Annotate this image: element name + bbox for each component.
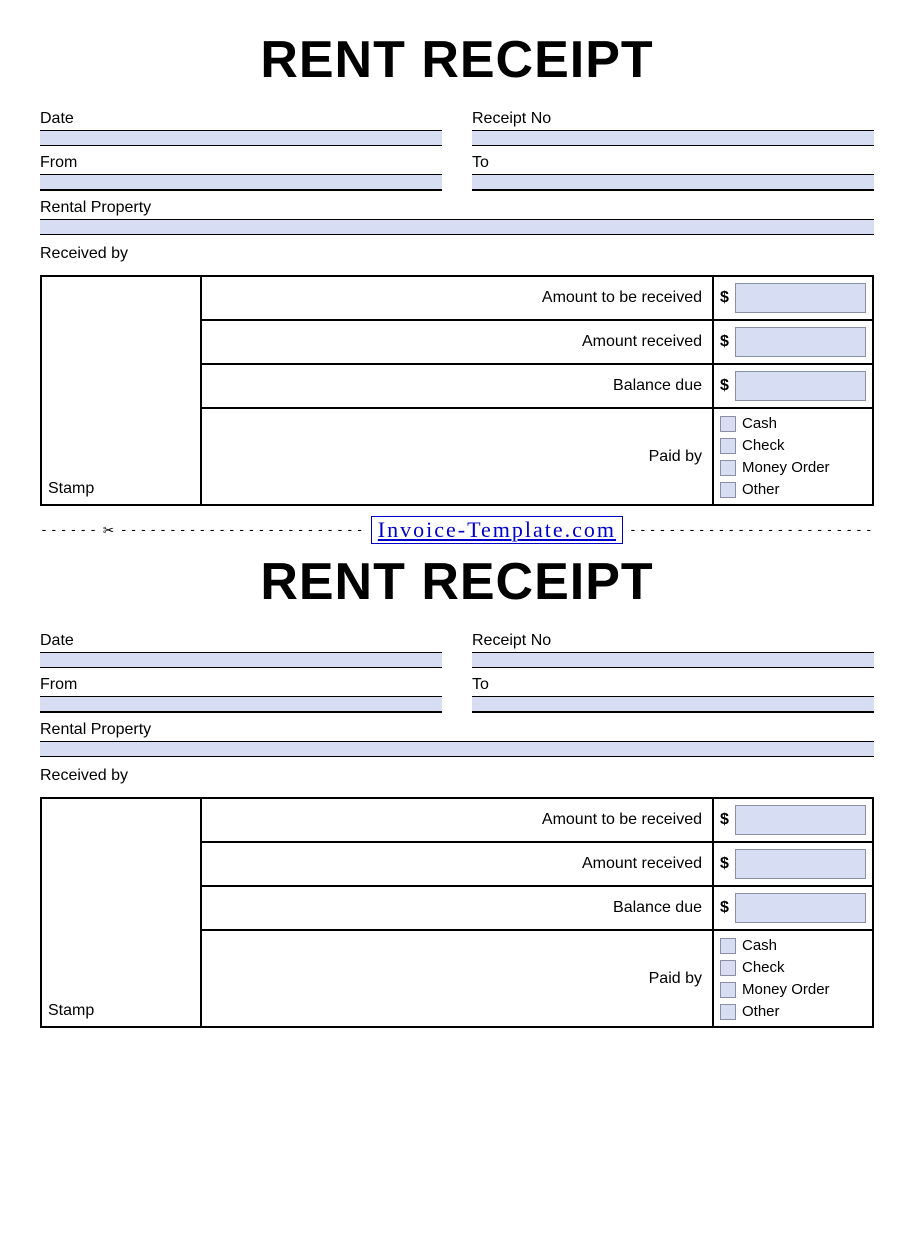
paid-by-check[interactable]: Check: [720, 959, 866, 976]
paid-by-label: Paid by: [202, 409, 712, 504]
amount-to-be-received-input[interactable]: [735, 805, 866, 835]
to-input[interactable]: [472, 696, 874, 713]
amount-received-value[interactable]: $: [712, 321, 872, 365]
stamp-area: Stamp: [42, 799, 202, 1026]
currency-symbol: $: [720, 855, 729, 873]
received-by-label: Received by: [40, 245, 874, 263]
rent-receipt-bottom: RENT RECEIPT Date Receipt No From To Ren…: [40, 552, 874, 1028]
received-by-label: Received by: [40, 767, 874, 785]
checkbox-icon[interactable]: [720, 960, 736, 976]
receipt-no-field[interactable]: Receipt No: [472, 110, 874, 146]
rental-property-label: Rental Property: [40, 721, 874, 741]
rent-receipt-top: RENT RECEIPT Date Receipt No From To Ren…: [40, 30, 874, 506]
checkbox-icon[interactable]: [720, 482, 736, 498]
currency-symbol: $: [720, 333, 729, 351]
from-input[interactable]: [40, 696, 442, 713]
amount-to-be-received-value[interactable]: $: [712, 277, 872, 321]
date-label: Date: [40, 110, 442, 130]
receipt-no-field[interactable]: Receipt No: [472, 632, 874, 668]
rental-property-label: Rental Property: [40, 199, 874, 219]
date-field[interactable]: Date: [40, 632, 442, 668]
from-field[interactable]: From: [40, 154, 442, 191]
date-field[interactable]: Date: [40, 110, 442, 146]
from-label: From: [40, 676, 442, 696]
paid-by-other[interactable]: Other: [720, 481, 866, 498]
currency-symbol: $: [720, 811, 729, 829]
checkbox-icon[interactable]: [720, 1004, 736, 1020]
currency-symbol: $: [720, 289, 729, 307]
balance-due-label: Balance due: [202, 365, 712, 409]
rental-property-input[interactable]: [40, 741, 874, 757]
paid-by-options: Cash Check Money Order Other: [712, 409, 872, 504]
to-field[interactable]: To: [472, 154, 874, 191]
amounts-grid: Stamp Amount to be received $ Amount rec…: [40, 275, 874, 506]
checkbox-icon[interactable]: [720, 460, 736, 476]
date-label: Date: [40, 632, 442, 652]
scissors-icon: ✂: [99, 520, 120, 541]
receipt-no-input[interactable]: [472, 130, 874, 146]
receipt-title: RENT RECEIPT: [40, 30, 874, 90]
balance-due-value[interactable]: $: [712, 365, 872, 409]
currency-symbol: $: [720, 377, 729, 395]
to-field[interactable]: To: [472, 676, 874, 713]
stamp-area: Stamp: [42, 277, 202, 504]
balance-due-input[interactable]: [735, 893, 866, 923]
paid-by-money-order[interactable]: Money Order: [720, 981, 866, 998]
amount-received-label: Amount received: [202, 321, 712, 365]
receipt-title: RENT RECEIPT: [40, 552, 874, 612]
paid-by-other[interactable]: Other: [720, 1003, 866, 1020]
rental-property-field[interactable]: Rental Property: [40, 199, 874, 235]
checkbox-icon[interactable]: [720, 938, 736, 954]
amount-to-be-received-label: Amount to be received: [202, 277, 712, 321]
amount-to-be-received-input[interactable]: [735, 283, 866, 313]
source-link[interactable]: Invoice-Template.com: [371, 516, 623, 544]
stamp-label: Stamp: [48, 1002, 94, 1020]
receipt-no-label: Receipt No: [472, 632, 874, 652]
paid-by-cash[interactable]: Cash: [720, 937, 866, 954]
balance-due-label: Balance due: [202, 887, 712, 931]
amount-received-label: Amount received: [202, 843, 712, 887]
paid-by-check[interactable]: Check: [720, 437, 866, 454]
balance-due-value[interactable]: $: [712, 887, 872, 931]
amount-to-be-received-label: Amount to be received: [202, 799, 712, 843]
rental-property-input[interactable]: [40, 219, 874, 235]
amount-received-input[interactable]: [735, 849, 866, 879]
from-label: From: [40, 154, 442, 174]
date-input[interactable]: [40, 652, 442, 668]
receipt-no-label: Receipt No: [472, 110, 874, 130]
to-input[interactable]: [472, 174, 874, 191]
checkbox-icon[interactable]: [720, 416, 736, 432]
receipt-no-input[interactable]: [472, 652, 874, 668]
rental-property-field[interactable]: Rental Property: [40, 721, 874, 757]
amount-to-be-received-value[interactable]: $: [712, 799, 872, 843]
paid-by-options: Cash Check Money Order Other: [712, 931, 872, 1026]
from-field[interactable]: From: [40, 676, 442, 713]
to-label: To: [472, 676, 874, 696]
date-input[interactable]: [40, 130, 442, 146]
balance-due-input[interactable]: [735, 371, 866, 401]
paid-by-money-order[interactable]: Money Order: [720, 459, 866, 476]
checkbox-icon[interactable]: [720, 438, 736, 454]
amount-received-input[interactable]: [735, 327, 866, 357]
paid-by-cash[interactable]: Cash: [720, 415, 866, 432]
to-label: To: [472, 154, 874, 174]
stamp-label: Stamp: [48, 480, 94, 498]
cut-divider: ------ ✂ -------------------------------…: [40, 516, 874, 544]
amounts-grid: Stamp Amount to be received $ Amount rec…: [40, 797, 874, 1028]
paid-by-label: Paid by: [202, 931, 712, 1026]
amount-received-value[interactable]: $: [712, 843, 872, 887]
checkbox-icon[interactable]: [720, 982, 736, 998]
from-input[interactable]: [40, 174, 442, 191]
currency-symbol: $: [720, 899, 729, 917]
